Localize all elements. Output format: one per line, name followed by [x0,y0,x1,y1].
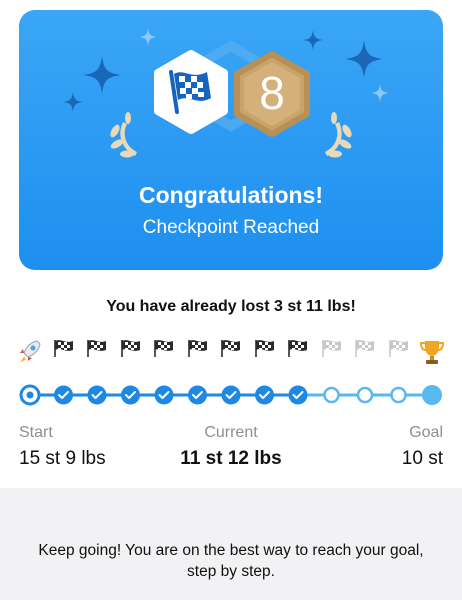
checkered-flag-faded-icon [318,338,346,368]
weight-lost-message: You have already lost 3 st 11 lbs! [106,298,356,315]
laurel-right-icon [325,112,352,158]
current-weight: 11 st 12 lbs [180,448,282,469]
checkpoint-node-pending [323,386,340,404]
checkered-flag-icon [217,338,245,368]
checkpoint-hero-card: 8 Congratulations! Checkpoint Reached [19,10,443,270]
checkered-flag-icon [284,338,312,368]
trophy-icon [418,338,446,368]
checkered-flag-icon [83,338,111,368]
current-label: Current [204,424,258,441]
checkpoint-node-done [221,385,241,405]
checkered-flag-icon [150,338,178,368]
progress-track [0,380,462,410]
checkered-flag-icon [251,338,279,368]
progress-values: 15 st 9 lbs 11 st 12 lbs 10 st [0,448,462,474]
checkered-flag-faded-icon [385,338,413,368]
checkpoint-node-pending [390,386,407,404]
goal-label: Goal [409,424,443,441]
checkpoint-node-done [255,385,274,405]
checkpoint-badge: 8 [19,10,443,180]
congratulations-title: Congratulations! [139,182,323,208]
milestone-icons-row [0,338,462,372]
checkpoint-number: 8 [259,67,285,119]
encouragement-footer: Keep going! You are on the best way to r… [0,488,462,600]
checkered-flag-icon [117,338,145,368]
checkpoint-node-done [87,385,107,405]
checkered-flag-faded-icon [351,338,379,368]
checkpoint-subtitle: Checkpoint Reached [142,217,320,238]
rocket-icon [16,338,44,368]
checkpoint-node-done [188,385,207,405]
encouragement-message: Keep going! You are on the best way to r… [38,542,424,580]
goal-weight: 10 st [401,448,443,469]
laurel-left-icon [110,112,137,158]
checkpoint-node-done [154,385,174,405]
checkpoint-node-pending [356,386,374,404]
checkered-flag-icon [50,338,78,368]
progress-labels: Start Current Goal [0,424,462,446]
start-node-dot [26,391,34,399]
checkpoint-node-done [288,385,308,405]
checkpoint-node-done [54,385,73,405]
checkpoint-node-done [121,385,140,405]
goal-node [422,385,442,405]
checkered-flag-icon [184,338,212,368]
